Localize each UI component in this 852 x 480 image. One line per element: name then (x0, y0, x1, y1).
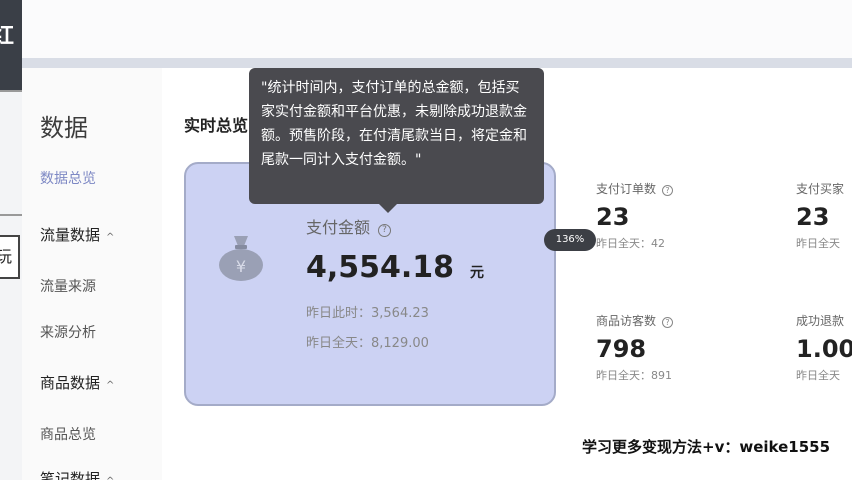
question-circle-icon[interactable]: ? (662, 185, 674, 196)
metric-sub: 昨日全天 (796, 237, 840, 250)
sidebar-group-notes[interactable]: 笔记数据^ (40, 468, 114, 480)
metric-value: 798 (596, 335, 647, 363)
chevron-up-icon: ^ (106, 476, 114, 480)
metric-label: 成功退款 (796, 314, 845, 328)
money-bag-icon: ¥ (219, 236, 263, 281)
left-edge-divider (0, 90, 22, 92)
question-circle-icon[interactable]: ? (378, 224, 392, 237)
metric-value: 1.00 (796, 335, 852, 363)
metric-paid-orders[interactable]: 支付订单数? 23 昨日全天：42 (596, 180, 674, 251)
percentage-badge: 136% (544, 229, 596, 251)
left-edge-divider (0, 214, 22, 216)
metric-sub: 昨日全天：891 (596, 369, 672, 382)
yesterday-same-time-value: 昨日此时：3,564.23 (306, 306, 429, 321)
section-title: 实时总览 (184, 116, 249, 135)
tooltip-arrow (379, 204, 397, 213)
top-bar-shadow (22, 58, 852, 68)
metric-successful-refunds[interactable]: 成功退款 1.00 昨日全天 (796, 312, 852, 383)
sidebar-item-traffic-source[interactable]: 流量来源 (40, 276, 96, 296)
left-edge-dark-block: 红 (0, 0, 22, 90)
watermark-text: 学习更多变现方法+v：weike1555 (582, 438, 831, 456)
svg-text:¥: ¥ (236, 257, 246, 276)
metric-sub: 昨日全天：42 (596, 237, 665, 250)
question-circle-icon[interactable]: ? (662, 317, 674, 328)
metric-value: 23 (596, 203, 630, 231)
chevron-up-icon: ^ (106, 380, 115, 391)
sidebar-group-traffic[interactable]: 流量数据 ^ (40, 224, 114, 245)
sidebar-title: 数据 (40, 114, 88, 142)
sidebar: 数据 数据总览 流量数据^ 流量来源 来源分析 商品数据^ 商品总览 笔记数据^ (22, 68, 162, 480)
sidebar-item-data-overview[interactable]: 数据总览 (40, 168, 96, 188)
metric-product-visitors[interactable]: 商品访客数? 798 昨日全天：891 (596, 312, 674, 383)
sidebar-item-source-analysis[interactable]: 来源分析 (40, 322, 96, 342)
payment-amount-unit: 元 (470, 265, 484, 281)
payment-amount-value: 4,554.18 (306, 250, 455, 285)
metric-label: 支付订单数 (596, 182, 657, 196)
sidebar-item-product-overview[interactable]: 商品总览 (40, 424, 96, 444)
yesterday-full-day-value: 昨日全天：8,129.00 (306, 336, 429, 351)
left-edge-fragment-top: 红 (0, 24, 15, 49)
metric-label: 商品访客数 (596, 314, 657, 328)
metric-paid-buyers[interactable]: 支付买家 23 昨日全天 (796, 180, 844, 251)
top-bar (22, 0, 852, 58)
left-edge-fragment-button[interactable]: 玩法 (0, 235, 20, 279)
metric-label: 支付买家 (796, 182, 845, 196)
payment-amount-label: 支付金额? (306, 214, 392, 238)
payment-amount-tooltip: "统计时间内，支付订单的总金额，包括买家实付金额和平台优惠，未剔除成功退款金额。… (249, 68, 544, 204)
chevron-up-icon: ^ (106, 232, 115, 243)
metric-sub: 昨日全天 (796, 369, 840, 382)
metric-value: 23 (796, 203, 830, 231)
sidebar-group-product[interactable]: 商品数据 ^ (40, 372, 114, 393)
